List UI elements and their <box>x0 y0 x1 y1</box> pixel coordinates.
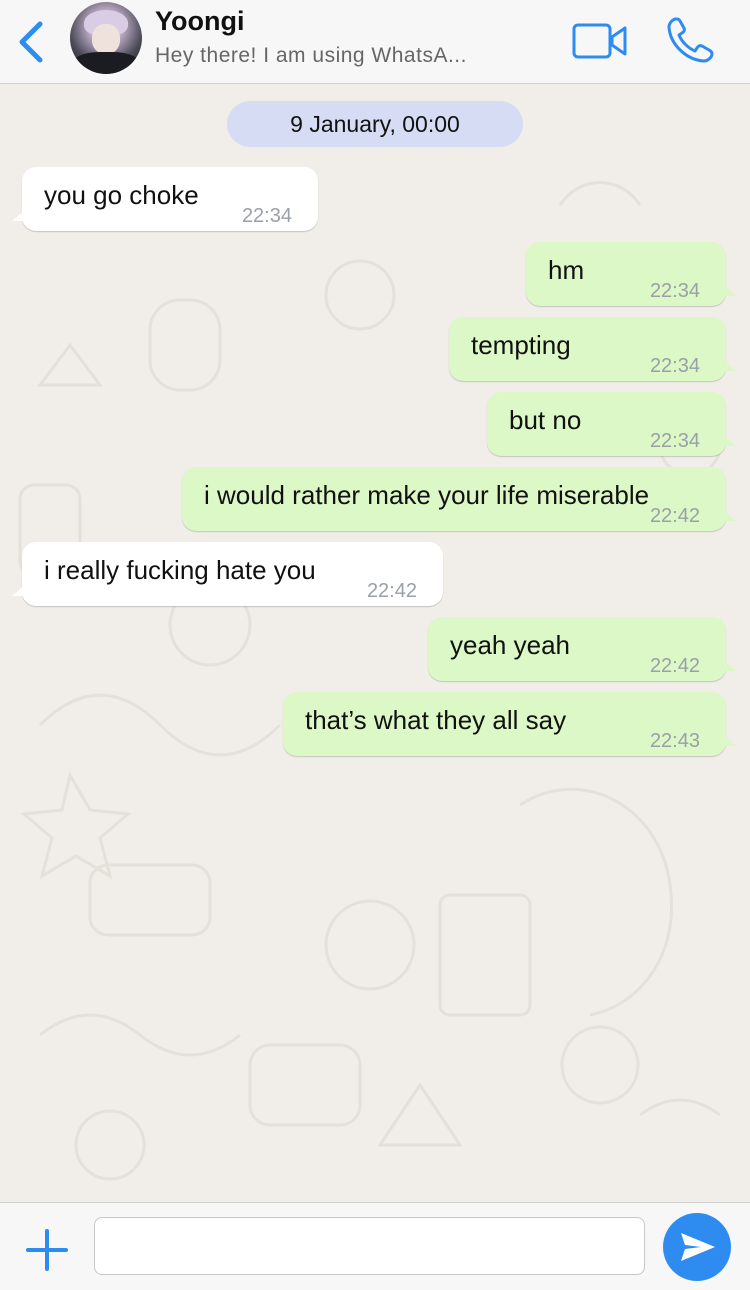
bubble-tail <box>722 359 736 371</box>
outgoing-message-bubble[interactable]: i would rather make your life miserable 2… <box>182 467 736 531</box>
message-text: you go choke <box>44 180 199 210</box>
bubble-tail <box>12 209 26 221</box>
contact-name[interactable]: Yoongi <box>155 6 244 37</box>
back-button[interactable] <box>12 20 52 64</box>
message-text: but no <box>509 405 582 435</box>
message-text: that’s what they all say <box>305 705 567 735</box>
outgoing-message-bubble[interactable]: tempting 22:34 <box>449 317 736 381</box>
outgoing-message-bubble[interactable]: but no 22:34 <box>487 392 736 456</box>
chat-area[interactable]: 9 January, 00:00 you go choke 22:34 hm 22:3… <box>0 85 750 1202</box>
message-time: 22:34 <box>649 355 700 377</box>
message-time: 22:34 <box>649 430 700 452</box>
phone-icon <box>667 17 714 63</box>
video-call-button[interactable] <box>572 22 628 60</box>
bubble-tail <box>722 734 736 746</box>
message-time: 22:34 <box>241 205 292 227</box>
message-text: yeah yeah <box>450 630 570 660</box>
incoming-message-bubble[interactable]: you go choke 22:34 <box>12 167 318 231</box>
message-input[interactable] <box>94 1217 645 1275</box>
message-text: tempting <box>471 330 571 360</box>
bubble-tail <box>12 584 26 596</box>
bubble-tail <box>722 659 736 671</box>
message-time: 22:42 <box>366 580 417 602</box>
bubble-tail <box>722 509 736 521</box>
message-time: 22:34 <box>649 280 700 302</box>
message-time: 22:43 <box>649 730 700 752</box>
incoming-message-bubble[interactable]: i really fucking hate you 22:42 <box>12 542 443 606</box>
message-time: 22:42 <box>649 505 700 527</box>
contact-status[interactable]: Hey there! I am using WhatsA... <box>155 44 467 68</box>
date-label: 9 January, 00:00 <box>227 101 523 147</box>
chat-header: Yoongi Hey there! I am using WhatsA... <box>0 0 750 84</box>
bubble-tail <box>722 434 736 446</box>
message-text: i would rather make your life miserable <box>204 480 650 510</box>
send-button[interactable] <box>663 1213 731 1281</box>
plus-icon <box>26 1229 68 1271</box>
chevron-left-icon <box>19 21 43 63</box>
voice-call-button[interactable] <box>664 14 718 66</box>
send-icon <box>681 1233 715 1261</box>
composer-bar <box>0 1202 750 1290</box>
message-time: 22:42 <box>649 655 700 677</box>
bubble-tail <box>722 284 736 296</box>
attach-button[interactable] <box>26 1229 68 1271</box>
video-camera-icon <box>572 23 627 59</box>
message-text: i really fucking hate you <box>44 555 316 585</box>
outgoing-message-bubble[interactable]: that’s what they all say 22:43 <box>283 692 736 756</box>
avatar[interactable] <box>70 2 142 74</box>
message-text: hm <box>548 255 585 285</box>
outgoing-message-bubble[interactable]: yeah yeah 22:42 <box>428 617 736 681</box>
outgoing-message-bubble[interactable]: hm 22:34 <box>526 242 736 306</box>
